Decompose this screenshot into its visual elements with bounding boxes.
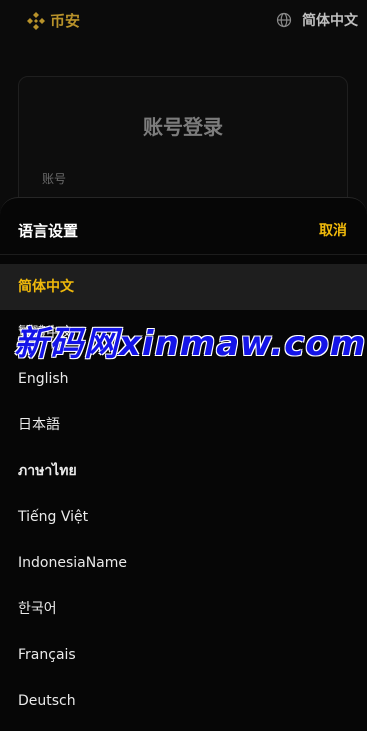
sheet-title: 语言设置 [18,222,79,240]
language-item-english[interactable]: English [0,356,367,402]
globe-icon [276,12,292,28]
language-item-thai[interactable]: ภาษาไทย [0,448,367,494]
language-item-vietnamese[interactable]: Tiếng Việt [0,494,367,540]
page: 币安 简体中文 账号登录 账号 语言设置 取消 简体中文 繁體中文 Englis… [0,0,367,731]
language-item-korean[interactable]: 한국어 [0,586,367,632]
language-settings-sheet: 语言设置 取消 简体中文 繁體中文 English 日本語 ภาษาไทย Ti… [0,197,367,731]
language-item-japanese[interactable]: 日本語 [0,402,367,448]
language-item-french[interactable]: Français [0,632,367,678]
language-item-simplified-chinese[interactable]: 简体中文 [0,264,367,310]
sheet-header: 语言设置 取消 [0,198,367,255]
binance-diamond-icon [27,11,45,30]
language-item-traditional-chinese[interactable]: 繁體中文 [0,310,367,356]
language-item-german[interactable]: Deutsch [0,678,367,724]
top-header: 币安 简体中文 [0,0,367,40]
logo-text: 币安 [50,12,81,30]
account-label: 账号 [42,172,67,186]
language-switch-button[interactable]: 简体中文 [276,10,358,30]
language-list: 简体中文 繁體中文 English 日本語 ภาษาไทย Tiếng Việt… [0,264,367,724]
current-language-label: 简体中文 [302,13,358,29]
login-title: 账号登录 [143,115,223,139]
language-item-indonesian[interactable]: IndonesiaName [0,540,367,586]
cancel-button[interactable]: 取消 [319,220,347,240]
brand-logo[interactable]: 币安 [26,10,80,31]
